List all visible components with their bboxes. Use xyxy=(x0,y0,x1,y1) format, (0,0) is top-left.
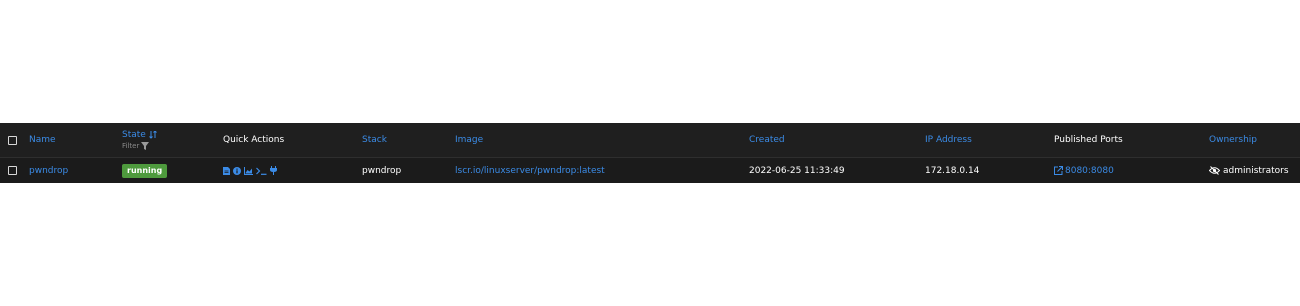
sort-icon[interactable] xyxy=(148,131,157,139)
table-header-row: Name State Filter Quick Actions Stack Im… xyxy=(0,123,1300,158)
column-header-published-ports-label: Published Ports xyxy=(1054,135,1123,145)
row-select-cell xyxy=(8,158,17,183)
published-port-link[interactable]: 8080:8080 xyxy=(1054,166,1114,176)
column-header-name[interactable]: Name xyxy=(29,123,56,157)
state-filter[interactable]: Filter xyxy=(122,142,150,150)
column-header-name-label: Name xyxy=(29,135,56,145)
select-all-checkbox[interactable] xyxy=(8,135,17,145)
column-header-state[interactable]: State Filter xyxy=(122,123,157,157)
published-port-label: 8080:8080 xyxy=(1065,165,1114,176)
state-filter-label: Filter xyxy=(122,142,140,150)
column-header-ip-address[interactable]: IP Address xyxy=(925,123,972,157)
column-header-stack-label: Stack xyxy=(362,135,387,145)
column-header-state-label: State xyxy=(122,130,146,140)
column-header-ownership-label: Ownership xyxy=(1209,135,1257,145)
stats-icon[interactable] xyxy=(244,166,253,175)
ownership-cell: administrators xyxy=(1209,158,1289,183)
table-row: pwndrop running pwndrop lscr.io/linuxser… xyxy=(0,158,1300,183)
console-icon[interactable] xyxy=(256,167,267,175)
attach-icon[interactable] xyxy=(270,166,277,175)
column-header-ip-address-label: IP Address xyxy=(925,135,972,145)
published-ports-cell: 8080:8080 xyxy=(1054,158,1114,183)
column-header-quick-actions: Quick Actions xyxy=(223,123,284,157)
status-badge: running xyxy=(122,163,168,178)
inspect-icon[interactable] xyxy=(233,166,241,175)
image-link[interactable]: lscr.io/linuxserver/pwndrop:latest xyxy=(455,158,605,183)
created-value: 2022-06-25 11:33:49 xyxy=(749,165,845,176)
state-cell: running xyxy=(122,158,168,183)
ip-address-value: 172.18.0.14 xyxy=(925,165,980,176)
filter-icon xyxy=(141,142,150,150)
column-header-stack[interactable]: Stack xyxy=(362,123,387,157)
ownership-label: administrators xyxy=(1223,165,1289,176)
column-header-created-label: Created xyxy=(749,135,785,145)
quick-actions-cell xyxy=(223,158,277,183)
row-select-checkbox[interactable] xyxy=(8,166,17,175)
column-header-image[interactable]: Image xyxy=(455,123,483,157)
column-header-published-ports: Published Ports xyxy=(1054,123,1123,157)
column-header-image-label: Image xyxy=(455,135,484,145)
select-all-cell xyxy=(8,123,17,157)
column-header-ownership[interactable]: Ownership xyxy=(1209,123,1257,157)
stack-value: pwndrop xyxy=(362,165,402,176)
column-header-created[interactable]: Created xyxy=(749,123,785,157)
logs-icon[interactable] xyxy=(223,166,230,175)
column-header-quick-actions-label: Quick Actions xyxy=(223,135,285,145)
containers-table: Name State Filter Quick Actions Stack Im… xyxy=(0,123,1300,183)
external-link-icon xyxy=(1054,166,1063,175)
eye-slash-icon xyxy=(1209,166,1220,175)
container-name-link[interactable]: pwndrop xyxy=(29,158,68,183)
